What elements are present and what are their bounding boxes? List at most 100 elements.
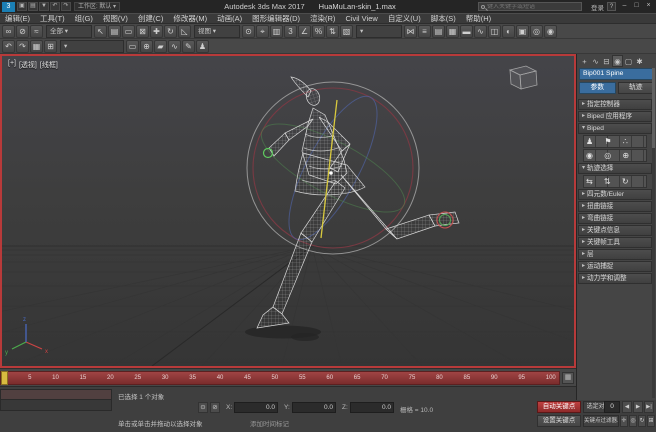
rollout-row[interactable]: ▾ 轨迹选择	[578, 163, 652, 174]
mini-curve-editor-button[interactable]: ▦	[562, 372, 574, 384]
layer-list-dropdown[interactable]: ▾	[60, 40, 124, 53]
menu-views[interactable]: 视图(V)	[98, 14, 133, 24]
select-and-scale-icon[interactable]: ◺	[178, 25, 191, 38]
play-button[interactable]: ▶	[633, 401, 643, 413]
tab-modify[interactable]: ∿	[590, 55, 601, 67]
menu-create[interactable]: 创建(C)	[133, 14, 168, 24]
populate-icon[interactable]: ♟	[196, 40, 209, 53]
pan-icon[interactable]: ✛	[620, 415, 628, 427]
rollout-row[interactable]: ▸ Biped 应用程序	[578, 111, 652, 122]
menu-modifiers[interactable]: 修改器(M)	[168, 14, 212, 24]
open-file-button[interactable]: ▤	[28, 2, 38, 11]
key-filters-button[interactable]: 关键点过滤器...	[583, 415, 619, 427]
save-file-button[interactable]: ▼	[39, 2, 49, 11]
app-logo-icon[interactable]: 3	[2, 2, 15, 12]
help-icon[interactable]: ?	[607, 2, 616, 11]
auto-key-button[interactable]: 自动关键点	[537, 401, 581, 413]
tab-display[interactable]: ▢	[623, 55, 634, 67]
rollout-row[interactable]: ▸ 扭曲链接	[578, 201, 652, 212]
set-current-layer-icon[interactable]: ⊕	[140, 40, 153, 53]
undo-icon[interactable]: ↶	[2, 40, 15, 53]
rollout-row[interactable]: ⇆ ⇅ ↻ ⊙ ⊘	[583, 175, 647, 188]
orbit-icon[interactable]: ↻	[638, 415, 646, 427]
view-cube-icon[interactable]	[510, 66, 537, 89]
tab-hierarchy[interactable]: ⊟	[601, 55, 612, 67]
render-setup-icon[interactable]: ▣	[516, 25, 529, 38]
use-pivot-center-icon[interactable]: ⊙	[242, 25, 255, 38]
window-crossing-icon[interactable]: ⊠	[136, 25, 149, 38]
maxscript-mini-listener[interactable]	[0, 389, 112, 411]
redo-icon[interactable]: ↷	[16, 40, 29, 53]
search-input[interactable]	[487, 4, 579, 10]
layer-manager-icon[interactable]: ▦	[30, 40, 43, 53]
tab-create[interactable]: +	[579, 55, 590, 67]
maximize-viewport-icon[interactable]: ⊞	[647, 415, 655, 427]
parameters-button[interactable]: 参数	[579, 82, 616, 94]
edit-named-selection-sets-icon[interactable]: ▧	[340, 25, 353, 38]
keyboard-override-icon[interactable]: ▥	[270, 25, 283, 38]
menu-tools[interactable]: 工具(T)	[35, 14, 70, 24]
workspace-dropdown[interactable]: 工作区: 默认 ▾	[74, 2, 120, 11]
menu-animation[interactable]: 动画(A)	[212, 14, 247, 24]
y-coordinate-field[interactable]	[292, 402, 336, 413]
selection-filter-dropdown[interactable]: 全部 ▾	[46, 25, 92, 38]
tab-utilities[interactable]: ✱	[634, 55, 645, 67]
snap-toggle-icon[interactable]: 3	[284, 25, 297, 38]
rollout-row[interactable]: ♟ ⚑ ∴ ≋ ▦	[583, 135, 647, 148]
time-tag[interactable]: 添加时间标记	[250, 418, 289, 428]
signin-button[interactable]: 登录	[591, 2, 604, 12]
menu-customize[interactable]: 自定义(U)	[383, 14, 426, 24]
bind-to-space-warp-icon[interactable]: ≈	[30, 25, 43, 38]
time-slider-handle[interactable]	[1, 371, 8, 385]
menu-graph-editors[interactable]: 图形编辑器(D)	[247, 14, 305, 24]
select-and-link-icon[interactable]: ∞	[2, 25, 15, 38]
render-production-icon[interactable]: ◉	[544, 25, 557, 38]
align-icon[interactable]: ≡	[418, 25, 431, 38]
viewport-label-segment[interactable]: [+]	[8, 60, 16, 70]
menu-rendering[interactable]: 渲染(R)	[305, 14, 340, 24]
graphite-modeling-icon[interactable]: ▰	[154, 40, 167, 53]
maximize-button[interactable]: □	[631, 1, 642, 11]
set-key-button[interactable]: 设置关键点	[537, 415, 581, 427]
redo-button[interactable]: ↷	[61, 2, 71, 11]
selection-region-icon[interactable]: ▭	[122, 25, 135, 38]
selection-lock-icon[interactable]: ⊘	[210, 402, 220, 413]
menu-group[interactable]: 组(G)	[70, 14, 98, 24]
rollout-row[interactable]: ▸ 指定控制器	[578, 99, 652, 110]
tab-motion[interactable]: ◉	[612, 55, 623, 67]
select-object-icon[interactable]: ↖	[94, 25, 107, 38]
freeform-icon[interactable]: ∿	[168, 40, 181, 53]
menu-edit[interactable]: 编辑(E)	[0, 14, 35, 24]
select-and-manipulate-icon[interactable]: ⌖	[256, 25, 269, 38]
spinner-snap-icon[interactable]: ⇅	[326, 25, 339, 38]
rollout-row[interactable]: ◉ ◎ ⊕ ⊘ ▾	[583, 149, 647, 162]
select-and-move-icon[interactable]: ✚	[150, 25, 163, 38]
material-editor-icon[interactable]: ◐	[502, 25, 515, 38]
undo-button[interactable]: ↶	[50, 2, 60, 11]
ribbon-toggle-icon[interactable]: ▬	[460, 25, 473, 38]
rollout-row[interactable]: ▸ 四元数/Euler	[578, 189, 652, 200]
menu-help[interactable]: 帮助(H)	[461, 14, 496, 24]
character-wireframe[interactable]	[257, 77, 459, 328]
rollout-row[interactable]: ▸ 关键帧工具	[578, 237, 652, 248]
angle-snap-icon[interactable]: ∠	[298, 25, 311, 38]
zoom-icon[interactable]: ◎	[629, 415, 637, 427]
create-layer-icon[interactable]: ⊞	[44, 40, 57, 53]
unlink-selection-icon[interactable]: ⊘	[16, 25, 29, 38]
selection-paint-icon[interactable]: ✎	[182, 40, 195, 53]
new-scene-button[interactable]: ▣	[17, 2, 27, 11]
panel-scrollbar[interactable]	[652, 68, 655, 398]
trajectories-button[interactable]: 轨迹	[618, 82, 655, 94]
viewport-canvas[interactable]: x y z	[2, 56, 574, 366]
current-frame-field[interactable]: 0	[604, 401, 620, 413]
minimize-button[interactable]: –	[619, 1, 630, 11]
rollout-row[interactable]: ▸ 运动捕捉	[578, 261, 652, 272]
menu-scripting[interactable]: 脚本(S)	[426, 14, 461, 24]
x-coordinate-field[interactable]	[234, 402, 278, 413]
viewport-label-segment[interactable]: [透视]	[19, 60, 37, 70]
schematic-view-icon[interactable]: ◫	[488, 25, 501, 38]
reference-coordinate-dropdown[interactable]: 视图 ▾	[194, 25, 240, 38]
isolate-selection-icon[interactable]: ⊙	[198, 402, 208, 413]
rendered-frame-icon[interactable]: ◎	[530, 25, 543, 38]
curve-editor-icon[interactable]: ∿	[474, 25, 487, 38]
